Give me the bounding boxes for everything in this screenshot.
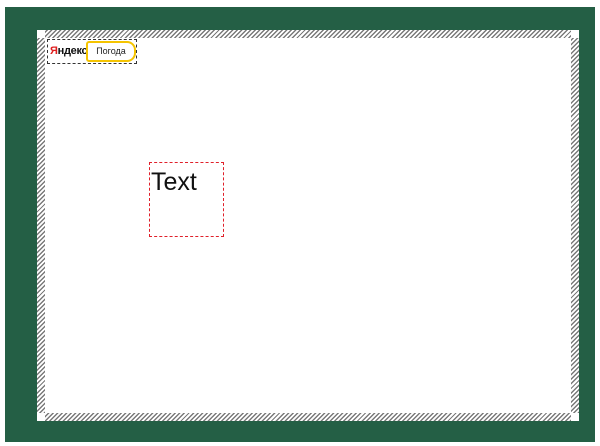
text-element[interactable]: Text xyxy=(149,162,224,237)
logo-first-letter: Я xyxy=(50,45,58,57)
resize-handle-bottom-right[interactable] xyxy=(571,413,579,421)
yandex-weather-widget[interactable]: Яндекс Погода xyxy=(47,39,137,64)
resize-handle-top-left[interactable] xyxy=(37,30,45,38)
text-element-label: Text xyxy=(151,168,197,196)
design-canvas[interactable] xyxy=(45,38,571,413)
logo-rest: ндекс xyxy=(57,45,88,57)
weather-tab[interactable]: Погода xyxy=(86,41,136,62)
yandex-logo: Яндекс xyxy=(50,44,88,58)
resize-handle-top-right[interactable] xyxy=(571,30,579,38)
resize-handle-bottom-left[interactable] xyxy=(37,413,45,421)
